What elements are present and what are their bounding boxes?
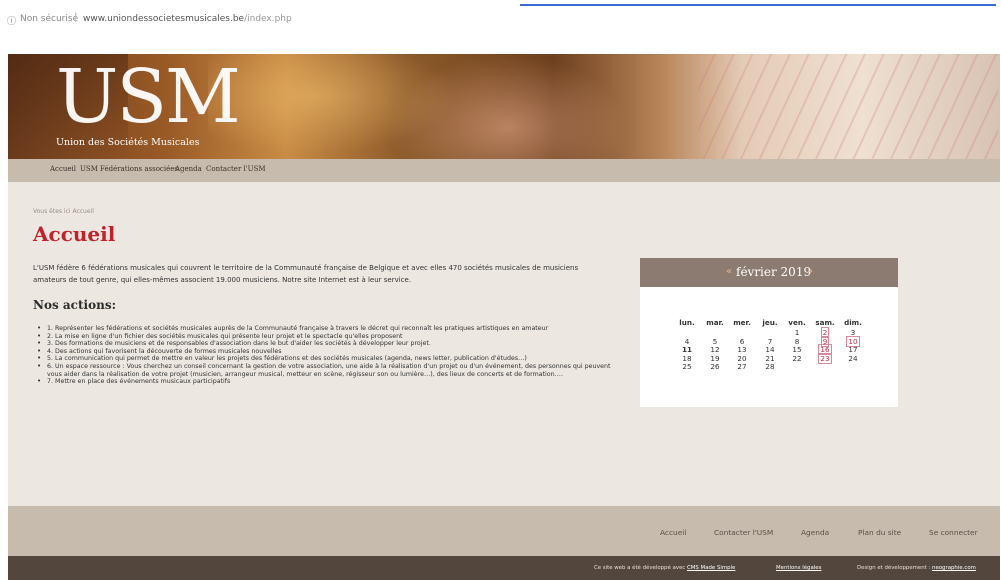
design-prefix: Design et développement : [857, 565, 931, 571]
calendar-day-number: 26 [710, 362, 720, 371]
footer-links-bar: Accueil Contacter l'USM Agenda Plan du s… [8, 506, 1000, 556]
banner-photo-hand [388, 54, 628, 159]
calendar-day-number: 25 [682, 362, 692, 371]
designer-link[interactable]: neographie.com [932, 565, 976, 571]
list-item: 1. Représenter les fédérations et sociét… [37, 325, 622, 333]
footer-link-contact[interactable]: Contacter l'USM [714, 528, 773, 537]
calendar-next-button[interactable]: » [807, 266, 813, 277]
footer-link-accueil[interactable]: Accueil [660, 528, 686, 537]
calendar-day: 27 [730, 362, 754, 371]
calendar-day: 22 [785, 354, 809, 363]
nav-item-federations[interactable]: Fédérations associées [100, 165, 178, 173]
calendar-day: 24 [841, 354, 865, 363]
calendar-month-label: février 2019 [736, 265, 812, 279]
calendar-day-number: 23 [818, 352, 832, 364]
nav-item-usm[interactable]: USM [80, 165, 98, 173]
actions-list: 1. Représenter les fédérations et sociét… [37, 325, 622, 386]
page-title: Accueil [33, 222, 116, 246]
cms-link[interactable]: CMS Made Simple [687, 565, 735, 571]
usm-logo[interactable]: USM [56, 57, 241, 137]
banner-photo-fabric [698, 54, 998, 159]
legal-link: Mentions légales [776, 565, 821, 571]
credits-prefix: Ce site web a été développé avec [594, 565, 686, 571]
list-item: 7. Mettre en place des événements musica… [37, 378, 622, 386]
login-link[interactable]: Se connecter [929, 528, 978, 537]
info-icon[interactable]: ⓘ [7, 14, 16, 27]
calendar-weekday-header: sam. [815, 318, 835, 327]
header-banner: USM Union des Sociétés Musicales [8, 54, 1000, 159]
calendar-day: 25 [675, 362, 699, 371]
calendar-weekday-header: mer. [733, 318, 751, 327]
calendar-day-number: 28 [765, 362, 775, 371]
calendar-weekday-header: dim. [844, 318, 862, 327]
calendar-day-number: 24 [848, 353, 858, 363]
web-page: USM Union des Sociétés Musicales Accueil… [8, 54, 1000, 580]
page-load-progress [520, 4, 996, 6]
calendar-day-number: 22 [792, 353, 802, 363]
intro-paragraph: L'USM fédère 6 fédérations musicales qui… [33, 264, 579, 284]
actions-heading: Nos actions: [33, 298, 117, 312]
calendar-day: 28 [758, 362, 782, 371]
main-navigation: Accueil USM Fédérations associées Agenda… [8, 159, 1000, 182]
site-tagline: Union des Sociétés Musicales [56, 137, 200, 148]
calendar-event-day[interactable]: 23 [813, 352, 837, 364]
security-status[interactable]: Non sécurisé [20, 14, 78, 24]
calendar-widget: « février 2019 » lun. mar. mer. jeu. ven. sam… [640, 258, 898, 407]
legal-link-text[interactable]: Mentions légales [776, 565, 821, 571]
url-host: www.uniondessocietesmusicales.be [83, 14, 245, 24]
url-field[interactable]: www.uniondessocietesmusicales.be/index.p… [83, 14, 292, 24]
calendar-weekday-header: lun. [679, 318, 695, 327]
calendar-weekday-header: mar. [706, 318, 724, 327]
nav-item-accueil[interactable]: Accueil [50, 165, 76, 173]
list-item: 5. La communication qui permet de mettre… [37, 355, 622, 363]
calendar-weekday-header: ven. [788, 318, 806, 327]
address-separator: | [74, 12, 78, 23]
calendar-header: « février 2019 » [640, 258, 898, 287]
browser-address-bar: ⓘ Non sécurisé | www.uniondessocietesmus… [0, 0, 1001, 34]
list-item: 3. Des formations de musiciens et de res… [37, 340, 622, 348]
calendar-weekday-header: jeu. [762, 318, 778, 327]
calendar-prev-button[interactable]: « [726, 266, 732, 277]
nav-item-contact[interactable]: Contacter l'USM [206, 165, 266, 173]
design-credit: Design et développement : neographie.com [857, 565, 976, 571]
list-item: 6. Un espace ressource : Vous cherchez u… [37, 363, 622, 378]
url-path: /index.php [244, 14, 292, 24]
calendar-day: 26 [703, 362, 727, 371]
credits-text: Ce site web a été développé avec CMS Mad… [594, 565, 735, 571]
calendar-day-number: 27 [737, 362, 747, 371]
nav-item-agenda[interactable]: Agenda [175, 165, 202, 173]
credits-bar: Ce site web a été développé avec CMS Mad… [8, 556, 1000, 580]
footer-link-agenda[interactable]: Agenda [801, 528, 829, 537]
footer-link-sitemap[interactable]: Plan du site [858, 528, 901, 537]
breadcrumb: Vous êtes ici Accueil [33, 208, 94, 215]
